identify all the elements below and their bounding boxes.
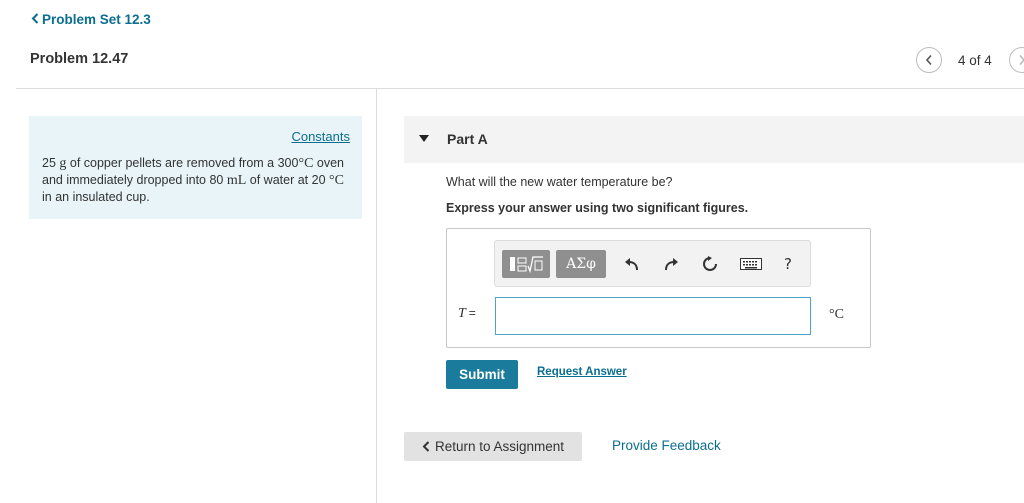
mass-value: 25 bbox=[42, 156, 56, 170]
return-to-assignment-button[interactable]: Return to Assignment bbox=[404, 432, 582, 461]
page-indicator: 4 of 4 bbox=[958, 53, 992, 68]
help-icon[interactable]: ? bbox=[777, 253, 799, 275]
request-answer-link[interactable]: Request Answer bbox=[537, 366, 627, 378]
templates-icon[interactable] bbox=[502, 250, 550, 278]
chevron-left-icon bbox=[422, 441, 430, 452]
answer-input[interactable] bbox=[495, 297, 811, 335]
degree-celsius-unit: °C bbox=[329, 173, 344, 188]
answer-unit: °C bbox=[829, 307, 844, 322]
provide-feedback-link[interactable]: Provide Feedback bbox=[612, 438, 721, 453]
part-a-label: Part A bbox=[447, 131, 488, 147]
problem-statement-panel: Constants 25 g of copper pellets are rem… bbox=[29, 116, 362, 219]
variable-symbol: T bbox=[458, 306, 466, 321]
return-label: Return to Assignment bbox=[434, 439, 565, 454]
equals-sign: = bbox=[468, 306, 476, 320]
answer-panel: ΑΣφ ? T = °C bbox=[446, 228, 871, 348]
submit-button[interactable]: Submit bbox=[446, 360, 518, 389]
redo-icon[interactable] bbox=[660, 253, 682, 275]
collapse-triangle-icon[interactable] bbox=[419, 135, 429, 142]
statement-text-3: of water at bbox=[246, 173, 312, 187]
back-link-label: Problem Set 12.3 bbox=[42, 12, 151, 27]
undo-icon[interactable] bbox=[621, 253, 643, 275]
previous-problem-button[interactable] bbox=[916, 47, 942, 73]
volume-unit: mL bbox=[226, 173, 247, 188]
answer-variable-label: T = bbox=[458, 306, 476, 322]
part-a-header[interactable]: Part A bbox=[404, 116, 1024, 163]
statement-text-4: in an insulated cup. bbox=[42, 190, 150, 204]
reset-icon[interactable] bbox=[699, 253, 721, 275]
instruction-text: Express your answer using two significan… bbox=[446, 201, 749, 215]
chevron-left-icon bbox=[925, 54, 932, 66]
question-text: What will the new water temperature be? bbox=[446, 175, 673, 189]
constants-link[interactable]: Constants bbox=[291, 129, 350, 144]
oven-temp-value: 300 bbox=[277, 156, 299, 170]
volume-value: 80 bbox=[209, 173, 224, 187]
back-to-problem-set-link[interactable]: Problem Set 12.3 bbox=[31, 12, 151, 27]
math-toolbar: ΑΣφ ? bbox=[494, 240, 811, 287]
degree-celsius-unit: °C bbox=[298, 156, 314, 171]
statement-text-1: of copper pellets are removed from a bbox=[66, 156, 278, 170]
keyboard-icon[interactable] bbox=[738, 253, 764, 275]
header-divider bbox=[16, 88, 1024, 89]
problem-statement: 25 g of copper pellets are removed from … bbox=[42, 155, 357, 206]
water-temp-value: 20 bbox=[311, 173, 326, 187]
greek-symbols-icon[interactable]: ΑΣφ bbox=[556, 250, 606, 278]
problem-title: Problem 12.47 bbox=[30, 51, 129, 67]
column-divider bbox=[376, 89, 377, 503]
chevron-left-icon bbox=[31, 12, 39, 27]
chevron-right-icon bbox=[1019, 54, 1024, 66]
next-problem-button[interactable] bbox=[1009, 47, 1024, 73]
